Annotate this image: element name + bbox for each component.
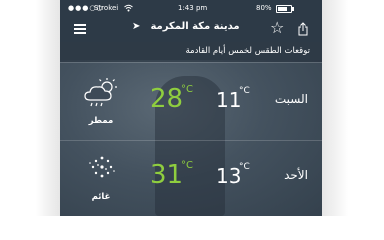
battery-icon <box>276 5 294 13</box>
low-temperature-unit: °C <box>239 162 250 172</box>
battery-percent: 80% <box>256 4 272 12</box>
high-temperature: 31 <box>150 160 184 190</box>
low-temperature: 11 <box>216 88 242 112</box>
divider <box>60 62 322 63</box>
day-name: السبت <box>274 92 308 106</box>
low-temperature: 13 <box>216 164 242 188</box>
wifi-icon <box>124 0 133 12</box>
high-temperature-unit: °C <box>181 84 193 95</box>
divider <box>60 140 322 141</box>
rain-cloud-icon <box>82 78 122 110</box>
phone-stage: ●●●○○ Strokei 1:43 pm 80% ➤ مدينة مكة ال… <box>0 0 384 216</box>
favorite-star-icon[interactable]: ☆ <box>270 18 284 37</box>
snow-cloud-icon <box>82 154 122 186</box>
high-temperature: 28 <box>150 84 184 114</box>
low-temperature-unit: °C <box>239 86 250 96</box>
status-time: 1:43 pm <box>178 4 208 12</box>
phone-frame-left <box>36 0 60 216</box>
condition-label: غائم <box>91 192 111 202</box>
weather-app-screen: ●●●○○ Strokei 1:43 pm 80% ➤ مدينة مكة ال… <box>60 0 322 216</box>
condition-label: ممطر <box>88 116 114 126</box>
location-title[interactable]: مدينة مكة المكرمة <box>120 21 270 32</box>
share-icon[interactable] <box>298 21 308 36</box>
carrier-name: Strokei <box>94 4 119 12</box>
hamburger-menu-icon[interactable] <box>74 24 86 34</box>
forecast-header: توقعات الطقس لخمس أيام القادمة <box>60 42 322 62</box>
status-bar: ●●●○○ Strokei 1:43 pm 80% <box>60 0 322 16</box>
forecast-row[interactable]: غائم 31 °C 13 °C الأحد <box>60 146 322 216</box>
forecast-title: توقعات الطقس لخمس أيام القادمة <box>185 46 310 56</box>
phone-frame-right <box>322 0 348 216</box>
day-name: الأحد <box>284 168 308 182</box>
nav-bar: ➤ مدينة مكة المكرمة ☆ <box>60 16 322 42</box>
high-temperature-unit: °C <box>181 160 193 171</box>
forecast-row[interactable]: ممطر 28 °C 11 °C السبت <box>60 70 322 140</box>
